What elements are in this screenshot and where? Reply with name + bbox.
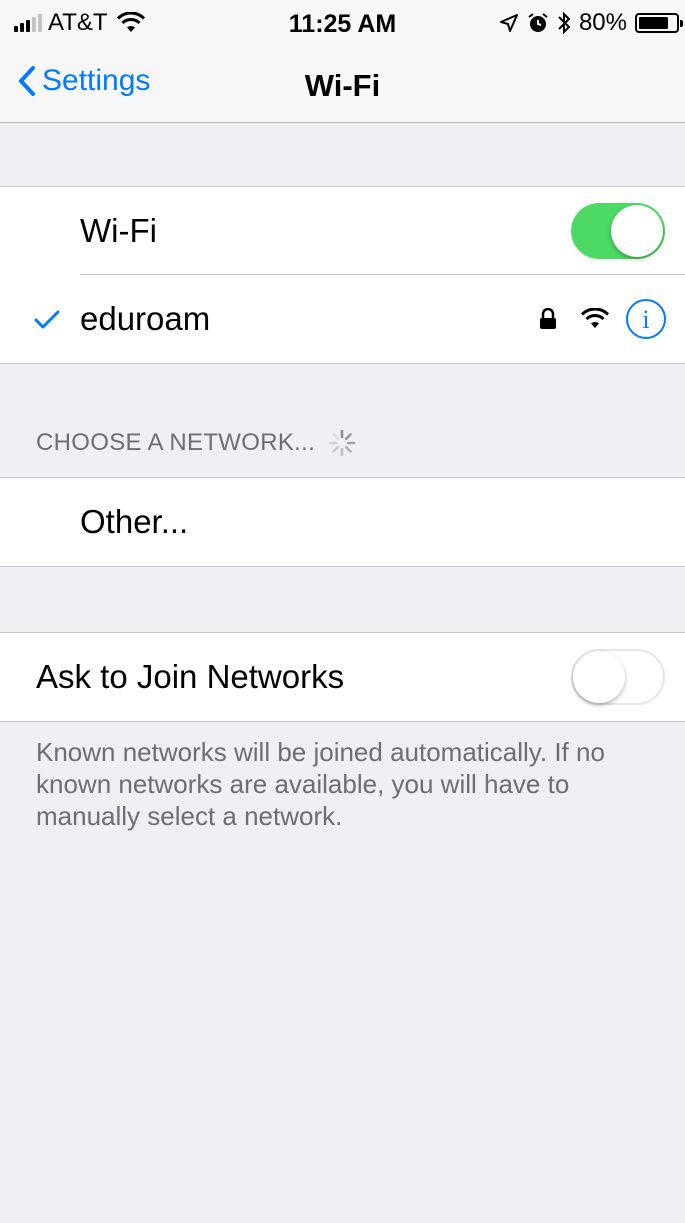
ask-to-join-group: Ask to Join Networks [0,632,685,722]
page-title: Wi-Fi [304,68,381,103]
alarm-icon [528,13,548,32]
choose-network-header-label: CHOOSE A NETWORK... [36,429,316,456]
status-right: 80% [499,8,683,38]
wifi-row: Wi-Fi [0,187,685,275]
navigation-bar: Settings Wi-Fi [0,46,685,123]
ask-to-join-toggle[interactable] [571,649,665,705]
location-arrow-icon [499,14,518,32]
network-row-eduroam[interactable]: eduroam i [0,275,685,363]
ask-to-join-label: Ask to Join Networks [36,658,345,695]
wifi-label: Wi-Fi [80,212,157,249]
checkmark-icon [34,310,60,329]
loading-spinner-icon [328,429,356,457]
ask-to-join-footer: Known networks will be joined automatica… [36,737,605,831]
info-icon[interactable]: i [625,298,667,340]
status-bar: AT&T 11:25 AM 80% [0,0,685,46]
other-network-group: Other... [0,477,685,567]
network-name: eduroam [80,300,211,337]
choose-network-header: CHOOSE A NETWORK... [36,428,357,458]
wifi-toggle[interactable] [571,203,665,259]
other-network-row[interactable]: Other... [0,478,685,566]
bluetooth-icon [558,11,571,35]
svg-text:i: i [642,305,649,334]
other-network-label: Other... [80,503,189,540]
wifi-strength-icon [580,308,610,328]
wifi-toggle-knob [611,205,663,257]
ask-to-join-toggle-knob [573,651,625,703]
battery-icon [635,13,683,33]
wifi-group: Wi-Fi eduroam i [0,186,685,364]
lock-icon [540,308,556,329]
ask-to-join-row: Ask to Join Networks [0,633,685,721]
battery-percent: 80% [578,9,627,36]
